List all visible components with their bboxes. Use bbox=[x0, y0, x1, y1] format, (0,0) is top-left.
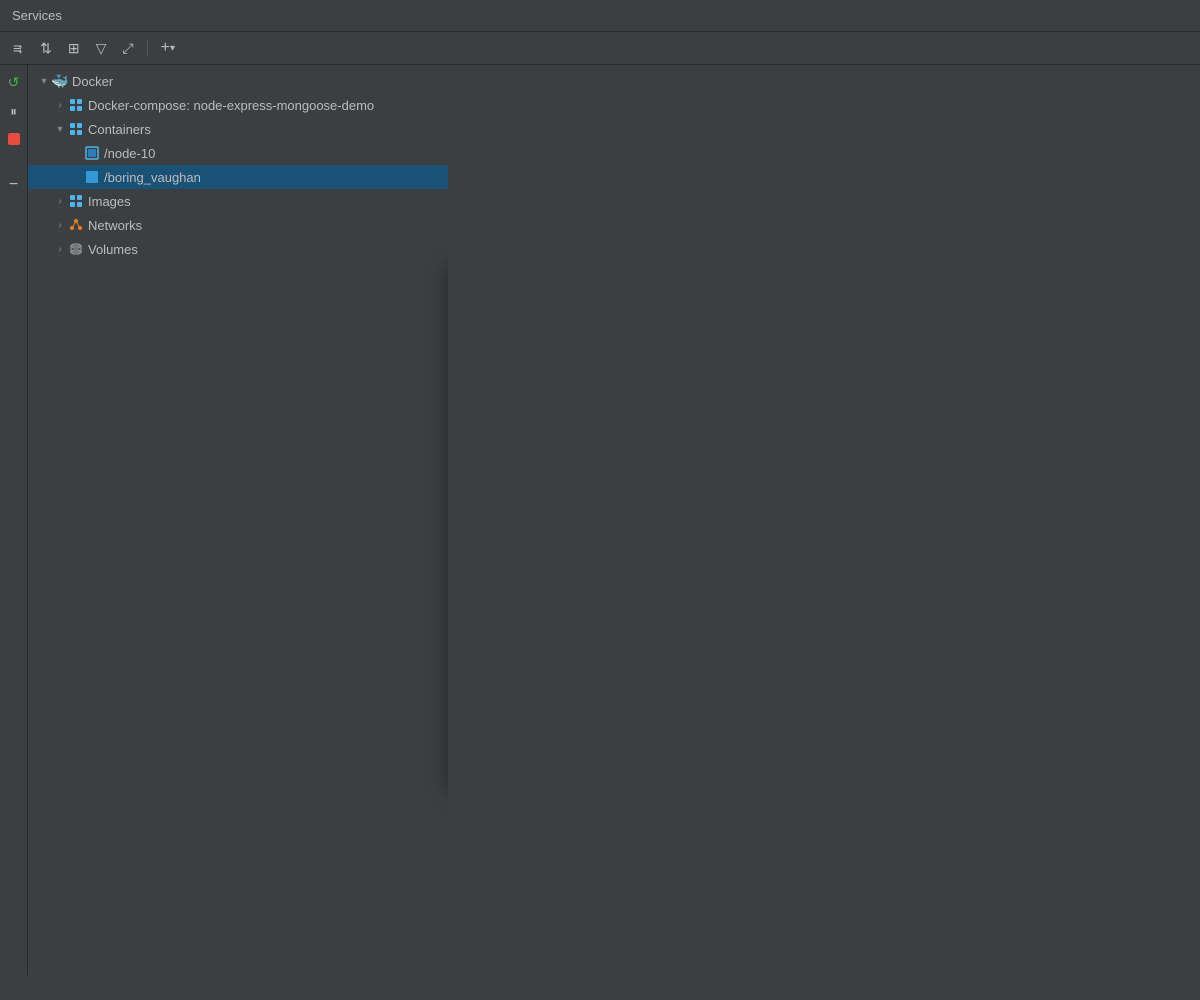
docker-icon: 🐳 bbox=[52, 73, 68, 89]
tree-item-images[interactable]: › Images bbox=[28, 189, 448, 213]
tree-item-volumes[interactable]: › Volumes bbox=[28, 237, 448, 261]
tree-item-node10[interactable]: › /node-10 bbox=[28, 141, 448, 165]
left-action-bar: ↺ ⏸ − bbox=[0, 65, 28, 975]
container-running-icon bbox=[84, 169, 100, 185]
refresh-icon: ↺ bbox=[8, 74, 20, 90]
filter-icon: ▽ bbox=[96, 40, 107, 57]
chevron-down-icon: ▾ bbox=[36, 73, 52, 89]
docker-compose-icon bbox=[68, 97, 84, 113]
container-icon bbox=[84, 145, 100, 161]
chevron-right-icon: › bbox=[52, 241, 68, 257]
tree-label-volumes: Volumes bbox=[88, 242, 138, 257]
tree-label-node10: /node-10 bbox=[104, 146, 155, 161]
add-icon: + bbox=[161, 39, 170, 57]
main-content: ↺ ⏸ − ▾ 🐳 Docker › bbox=[0, 65, 1200, 975]
expand-lines-icon: ↕ bbox=[17, 40, 24, 56]
toolbar: ≡ ↕ ⇅ ⊞ ▽ ⤢ + ▾ bbox=[0, 32, 1200, 65]
chevron-down-icon: ▾ bbox=[52, 121, 68, 137]
pause-button[interactable]: ⏸ bbox=[7, 100, 20, 123]
tree-label-containers: Containers bbox=[88, 122, 151, 137]
collapse-all-button[interactable]: ⇅ bbox=[35, 37, 57, 60]
jump-icon: ⤢ bbox=[122, 40, 133, 57]
expand-all-button[interactable]: ≡ ↕ bbox=[8, 37, 29, 59]
tree-panel: ▾ 🐳 Docker › Docker-compose: node-expres… bbox=[28, 65, 448, 975]
images-icon bbox=[68, 193, 84, 209]
pause-icon: ⏸ bbox=[10, 104, 17, 119]
minimize-button[interactable]: − bbox=[6, 173, 21, 196]
tree-item-docker-compose[interactable]: › Docker-compose: node-express-mongoose-… bbox=[28, 93, 448, 117]
refresh-button[interactable]: ↺ bbox=[5, 71, 23, 94]
tree-label-docker-compose: Docker-compose: node-express-mongoose-de… bbox=[88, 98, 374, 113]
tree-item-boring-vaughan[interactable]: › /boring_vaughan bbox=[28, 165, 448, 189]
tree-label-networks: Networks bbox=[88, 218, 142, 233]
tree-item-docker[interactable]: ▾ 🐳 Docker bbox=[28, 69, 448, 93]
containers-icon bbox=[68, 121, 84, 137]
add-button[interactable]: + ▾ bbox=[156, 36, 180, 60]
tree-label-images: Images bbox=[88, 194, 131, 209]
tree-item-containers[interactable]: ▾ Containers bbox=[28, 117, 448, 141]
group-button[interactable]: ⊞ bbox=[63, 37, 85, 60]
toolbar-separator bbox=[147, 39, 148, 57]
collapse-icon: ⇅ bbox=[40, 40, 52, 57]
chevron-right-icon: › bbox=[52, 97, 68, 113]
add-arrow-icon: ▾ bbox=[170, 43, 175, 54]
filter-button[interactable]: ▽ bbox=[91, 37, 112, 60]
group-icon: ⊞ bbox=[68, 40, 80, 57]
tree-label-docker: Docker bbox=[72, 74, 113, 89]
title-bar: Services bbox=[0, 0, 1200, 32]
tree-label-boring-vaughan: /boring_vaughan bbox=[104, 170, 201, 185]
tree-item-networks[interactable]: › Networks bbox=[28, 213, 448, 237]
networks-icon bbox=[68, 217, 84, 233]
chevron-right-icon: › bbox=[52, 217, 68, 233]
jump-button[interactable]: ⤢ bbox=[117, 37, 138, 60]
minus-icon: − bbox=[9, 176, 18, 193]
stop-button[interactable] bbox=[5, 129, 23, 151]
volumes-icon bbox=[68, 241, 84, 257]
chevron-right-icon: › bbox=[52, 193, 68, 209]
title: Services bbox=[12, 8, 62, 23]
stop-icon bbox=[8, 133, 20, 145]
